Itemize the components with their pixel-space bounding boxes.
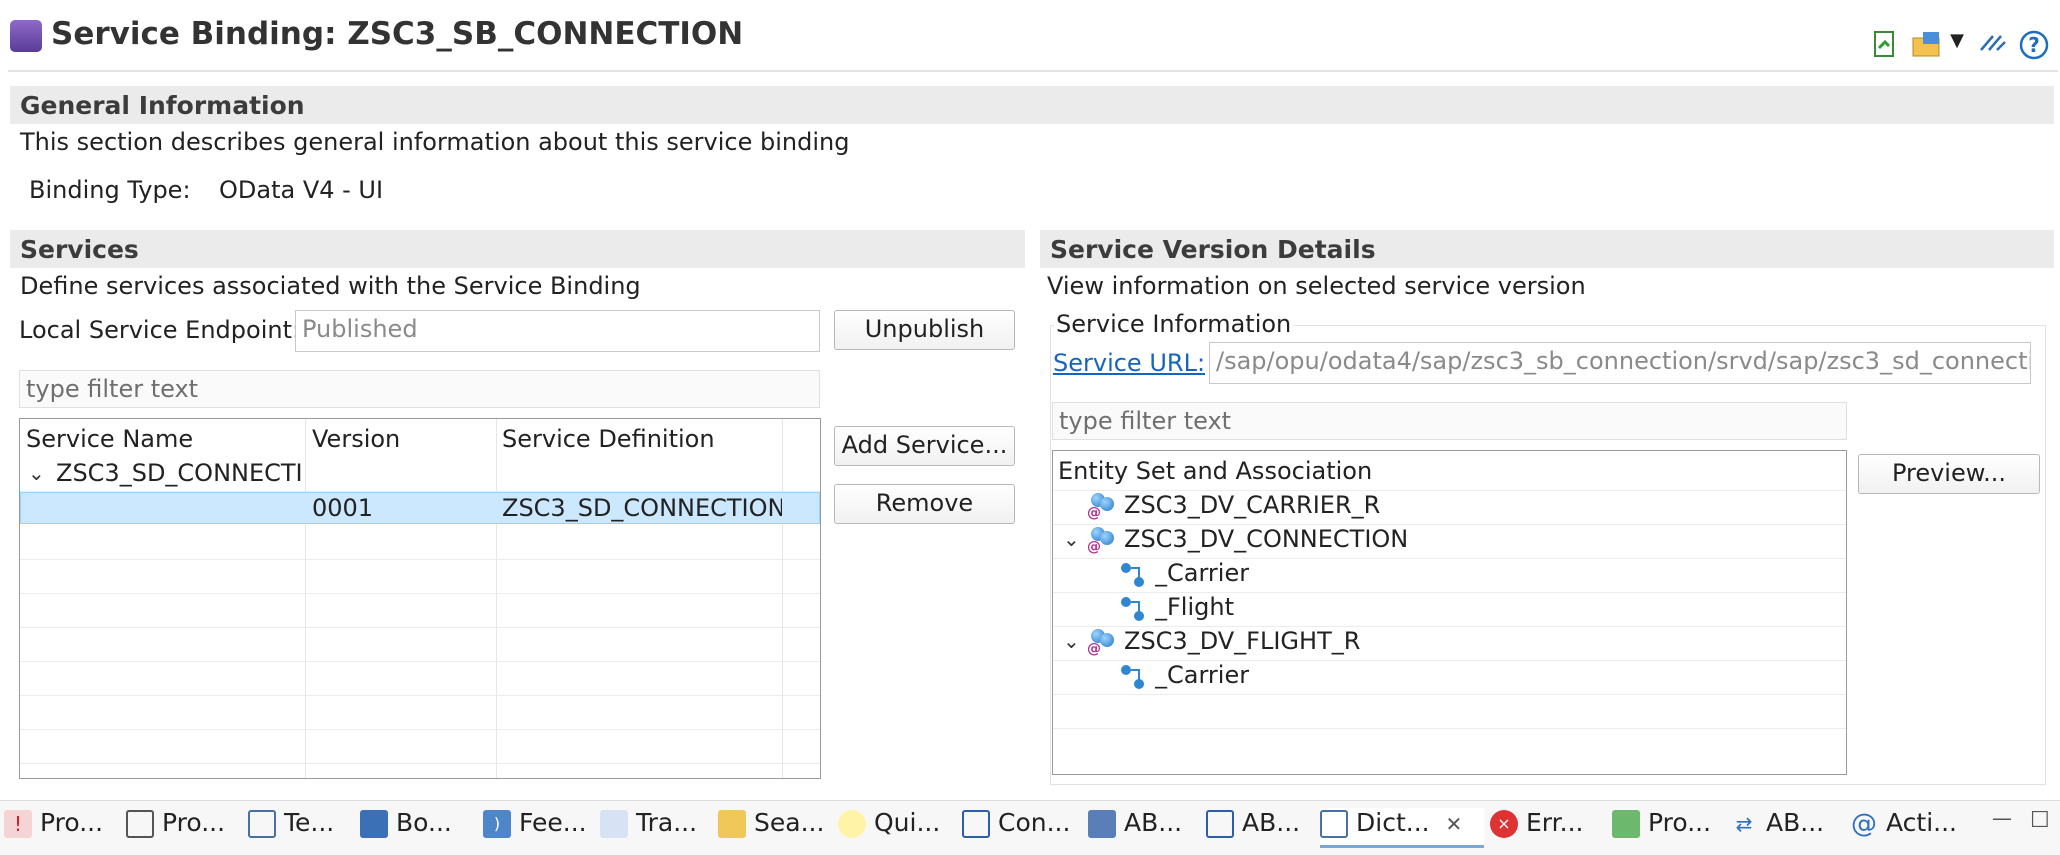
close-icon[interactable]: ✕ xyxy=(1446,812,1463,836)
row-divider xyxy=(20,559,820,560)
console-icon xyxy=(962,810,990,838)
table-cell-definition[interactable]: ZSC3_SD_CONNECTION xyxy=(502,494,782,522)
tab-bookmarks[interactable]: Bo... xyxy=(360,808,452,848)
service-url-field[interactable]: /sap/opu/odata4/sap/zsc3_sb_connection/s… xyxy=(1209,342,2031,384)
help-icon[interactable]: ? xyxy=(2018,30,2050,62)
services-filter-input[interactable]: type filter text xyxy=(19,370,820,408)
binding-type-value: OData V4 - UI xyxy=(219,176,384,204)
tab-progress[interactable]: Pro... xyxy=(1612,808,1711,848)
progress-icon xyxy=(1612,810,1640,838)
link-edit-icon[interactable] xyxy=(1978,30,2008,62)
remove-button[interactable]: Remove xyxy=(834,484,1015,524)
tab-search[interactable]: Sea... xyxy=(718,808,824,848)
row-divider xyxy=(20,593,820,594)
abap-doc-icon xyxy=(1088,810,1116,838)
column-header-service-definition[interactable]: Service Definition xyxy=(502,425,715,453)
service-url-link[interactable]: Service URL: xyxy=(1053,349,1205,377)
endpoint-label: Local Service Endpoint: xyxy=(19,316,301,344)
general-info-description: This section describes general informati… xyxy=(20,128,850,156)
entity-tree-header: Entity Set and Association xyxy=(1058,457,1373,485)
dictionary-icon xyxy=(1320,810,1348,838)
table-cell-version[interactable]: 0001 xyxy=(312,494,373,522)
column-header-service-name[interactable]: Service Name xyxy=(26,425,193,453)
association-icon xyxy=(1121,563,1147,587)
tab-error-log[interactable]: × Err... xyxy=(1490,808,1583,848)
entity-filter-input[interactable]: type filter text xyxy=(1052,402,1847,440)
tree-item-entity[interactable]: ZSC3_DV_CARRIER_R xyxy=(1124,491,1380,519)
tab-feed[interactable]: ) Fee... xyxy=(483,808,587,848)
row-divider xyxy=(20,661,820,662)
abap-compare-icon: ⇄ xyxy=(1735,812,1753,836)
chevron-down-icon[interactable]: ⌄ xyxy=(1063,527,1080,551)
maximize-icon[interactable]: ☐ xyxy=(2030,808,2050,833)
tab-problems[interactable]: ! Pro... xyxy=(4,808,103,848)
row-divider xyxy=(20,729,820,730)
association-icon xyxy=(1121,665,1147,689)
lightbulb-icon xyxy=(838,810,866,838)
tab-templates[interactable]: Te... xyxy=(248,808,334,848)
preview-button[interactable]: Preview... xyxy=(1858,454,2040,494)
entity-set-icon: @ xyxy=(1087,527,1117,555)
refresh-icon[interactable] xyxy=(1872,30,1898,62)
tab-quick-assist[interactable]: Qui... xyxy=(838,808,940,848)
column-divider xyxy=(305,419,306,778)
at-icon: @ xyxy=(1851,809,1877,839)
services-description: Define services associated with the Serv… xyxy=(20,272,641,300)
tab-abap-compare[interactable]: ⇄ AB... xyxy=(1730,808,1824,848)
add-service-button[interactable]: Add Service... xyxy=(834,426,1015,466)
chevron-down-icon[interactable]: ⌄ xyxy=(1063,629,1080,653)
row-divider xyxy=(1053,728,1846,729)
entity-set-icon: @ xyxy=(1087,629,1117,657)
tab-console[interactable]: Con... xyxy=(962,808,1070,848)
tab-activation[interactable]: @ Acti... xyxy=(1850,808,1957,848)
tab-abap-doc[interactable]: AB... xyxy=(1088,808,1182,848)
services-table[interactable]: Service Name Version Service Definition … xyxy=(19,418,821,779)
tree-item-association[interactable]: _Carrier xyxy=(1155,661,1249,689)
chevron-down-icon[interactable]: ⌄ xyxy=(28,461,45,485)
service-binding-icon xyxy=(10,20,42,52)
bookmarks-icon xyxy=(360,810,388,838)
services-heading: Services xyxy=(10,230,1025,268)
transport-icon xyxy=(600,810,628,838)
table-row-group[interactable]: ZSC3_SD_CONNECTIO xyxy=(56,459,304,487)
column-divider xyxy=(782,419,783,778)
entity-set-icon: @ xyxy=(1087,493,1117,521)
association-icon xyxy=(1121,597,1147,621)
version-details-description: View information on selected service ver… xyxy=(1047,272,1586,300)
properties-icon xyxy=(126,810,154,838)
tree-item-association[interactable]: _Carrier xyxy=(1155,559,1249,587)
column-divider xyxy=(496,419,497,778)
tab-dictionary[interactable]: Dict... ✕ xyxy=(1320,808,1484,848)
tab-transport[interactable]: Tra... xyxy=(600,808,697,848)
tab-properties[interactable]: Pro... xyxy=(126,808,225,848)
column-header-version[interactable]: Version xyxy=(312,425,400,453)
template-icon xyxy=(248,810,276,838)
error-log-icon: × xyxy=(1490,810,1518,838)
version-details-heading: Service Version Details xyxy=(1040,230,2054,268)
general-info-heading: General Information xyxy=(10,86,2054,124)
row-divider xyxy=(20,627,820,628)
unpublish-button[interactable]: Unpublish xyxy=(834,310,1015,350)
tree-item-entity[interactable]: ZSC3_DV_CONNECTION xyxy=(1124,525,1408,553)
page-title: Service Binding: ZSC3_SB_CONNECTION xyxy=(51,16,744,52)
binding-type-label: Binding Type: xyxy=(29,176,191,204)
feed-icon: ) xyxy=(483,810,511,838)
problems-icon: ! xyxy=(4,810,32,838)
abap-window-icon xyxy=(1206,810,1234,838)
row-divider xyxy=(20,695,820,696)
title-divider xyxy=(8,70,2058,72)
open-folder-icon[interactable] xyxy=(1910,30,1944,62)
row-divider xyxy=(20,763,820,764)
service-information-title: Service Information xyxy=(1054,310,1294,338)
tree-item-entity[interactable]: ZSC3_DV_FLIGHT_R xyxy=(1124,627,1360,655)
tree-item-association[interactable]: _Flight xyxy=(1155,593,1234,621)
tab-abap-window[interactable]: AB... xyxy=(1206,808,1300,848)
chevron-down-icon[interactable]: ▼ xyxy=(1948,30,1966,62)
minimize-icon[interactable]: — xyxy=(1992,806,2012,830)
search-icon xyxy=(718,810,746,838)
svg-text:?: ? xyxy=(2028,33,2040,57)
entity-tree[interactable]: Entity Set and Association @ ZSC3_DV_CAR… xyxy=(1052,450,1847,775)
row-divider xyxy=(1053,694,1846,695)
endpoint-field: Published xyxy=(295,310,820,352)
